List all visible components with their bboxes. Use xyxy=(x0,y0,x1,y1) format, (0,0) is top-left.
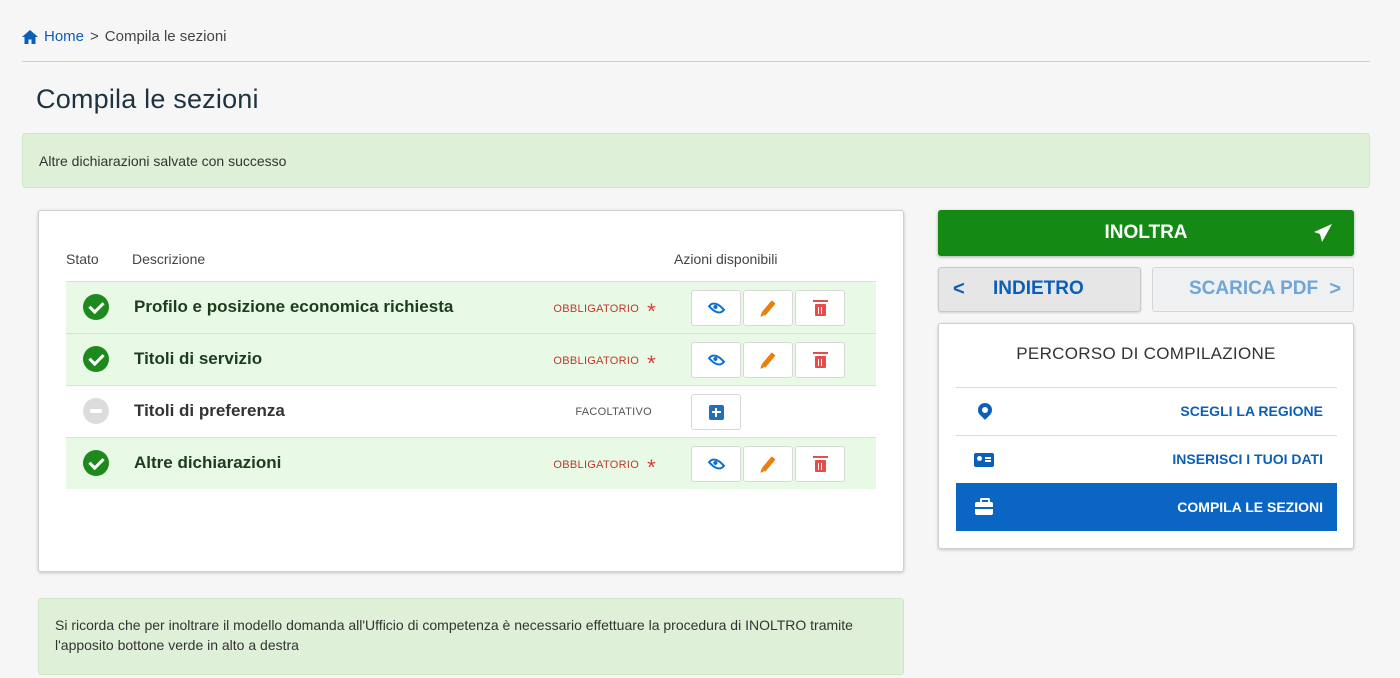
trash-icon xyxy=(812,299,828,316)
header-stato: Stato xyxy=(66,251,99,267)
eye-icon xyxy=(707,455,725,473)
trash-icon xyxy=(812,351,828,368)
check-circle-icon xyxy=(83,346,109,372)
row-description: Titoli di preferenza xyxy=(134,401,285,420)
success-alert-text: Altre dichiarazioni salvate con successo xyxy=(39,152,287,169)
home-icon[interactable] xyxy=(22,29,38,44)
inoltra-button[interactable]: INOLTRA xyxy=(938,210,1354,256)
minus-circle-icon xyxy=(83,398,109,424)
header-azioni: Azioni disponibili xyxy=(674,251,778,267)
info-alert: Si ricorda che per inoltrare il modello … xyxy=(38,598,904,675)
table-row: Titoli di servizio OBBLIGATORIO * xyxy=(66,333,876,385)
progress-title: PERCORSO DI COMPILAZIONE xyxy=(1016,344,1276,363)
row-actions xyxy=(691,394,741,430)
step-label: COMPILA LE SEZIONI xyxy=(1177,499,1323,515)
view-button[interactable] xyxy=(691,342,741,378)
row-description: Profilo e posizione economica richiesta xyxy=(134,297,454,316)
trash-icon xyxy=(812,455,828,472)
chevron-right-icon: > xyxy=(1329,278,1341,300)
eye-icon xyxy=(707,351,725,369)
optional-badge: FACOLTATIVO xyxy=(575,406,652,418)
sections-card: Stato Descrizione Azioni disponibili Pro… xyxy=(38,210,904,572)
info-alert-text: Si ricorda che per inoltrare il modello … xyxy=(55,617,853,653)
asterisk-icon: * xyxy=(647,455,656,480)
required-badge: OBBLIGATORIO * xyxy=(553,351,656,376)
step-label: SCEGLI LA REGIONE xyxy=(1180,403,1323,419)
plus-square-icon xyxy=(708,404,724,420)
success-alert: Altre dichiarazioni salvate con successo xyxy=(22,133,1370,188)
paper-plane-icon xyxy=(1314,224,1332,242)
row-actions xyxy=(691,342,845,378)
required-badge: OBBLIGATORIO * xyxy=(553,455,656,480)
table-row: Profilo e posizione economica richiesta … xyxy=(66,281,876,333)
map-pin-icon xyxy=(975,400,995,420)
view-button[interactable] xyxy=(691,290,741,326)
delete-button[interactable] xyxy=(795,446,845,482)
delete-button[interactable] xyxy=(795,290,845,326)
chevron-left-icon: < xyxy=(953,278,965,300)
scarica-pdf-button[interactable]: SCARICA PDF > xyxy=(1152,267,1354,312)
briefcase-icon xyxy=(975,498,993,515)
inoltra-label: INOLTRA xyxy=(1104,222,1188,243)
edit-button[interactable] xyxy=(743,446,793,482)
step-scegli-regione[interactable]: SCEGLI LA REGIONE xyxy=(956,387,1337,435)
eye-icon xyxy=(707,299,725,317)
pencil-icon xyxy=(760,300,776,316)
row-description: Altre dichiarazioni xyxy=(134,453,282,472)
asterisk-icon: * xyxy=(647,299,656,324)
pencil-icon xyxy=(760,456,776,472)
progress-card: PERCORSO DI COMPILAZIONE SCEGLI LA REGIO… xyxy=(938,323,1354,549)
row-actions xyxy=(691,290,845,326)
table-row: Altre dichiarazioni OBBLIGATORIO * xyxy=(66,437,876,489)
add-button[interactable] xyxy=(691,394,741,430)
required-badge: OBBLIGATORIO * xyxy=(553,299,656,324)
view-button[interactable] xyxy=(691,446,741,482)
asterisk-icon: * xyxy=(647,351,656,376)
step-compila-sezioni[interactable]: COMPILA LE SEZIONI xyxy=(956,483,1337,531)
breadcrumb-home-link[interactable]: Home xyxy=(44,28,84,45)
pencil-icon xyxy=(760,352,776,368)
step-label: INSERISCI I TUOI DATI xyxy=(1172,451,1323,467)
row-actions xyxy=(691,446,845,482)
breadcrumb-separator: > xyxy=(90,28,99,45)
indietro-label: INDIETRO xyxy=(993,278,1084,299)
check-circle-icon xyxy=(83,450,109,476)
page-title: Compila le sezioni xyxy=(36,84,259,114)
sections-table: Profilo e posizione economica richiesta … xyxy=(66,281,876,489)
edit-button[interactable] xyxy=(743,342,793,378)
breadcrumb: Home > Compila le sezioni xyxy=(22,28,227,45)
edit-button[interactable] xyxy=(743,290,793,326)
indietro-button[interactable]: < INDIETRO xyxy=(938,267,1141,312)
table-header: Stato Descrizione Azioni disponibili xyxy=(66,251,876,281)
table-row: Titoli di preferenza FACOLTATIVO xyxy=(66,385,876,437)
step-inserisci-dati[interactable]: INSERISCI I TUOI DATI xyxy=(956,435,1337,483)
row-description: Titoli di servizio xyxy=(134,349,263,368)
scarica-pdf-label: SCARICA PDF xyxy=(1189,278,1319,299)
breadcrumb-current: Compila le sezioni xyxy=(104,28,227,45)
check-circle-icon xyxy=(83,294,109,320)
header-descrizione: Descrizione xyxy=(132,251,206,267)
breadcrumb-divider xyxy=(22,61,1370,62)
id-card-icon xyxy=(974,453,994,467)
delete-button[interactable] xyxy=(795,342,845,378)
